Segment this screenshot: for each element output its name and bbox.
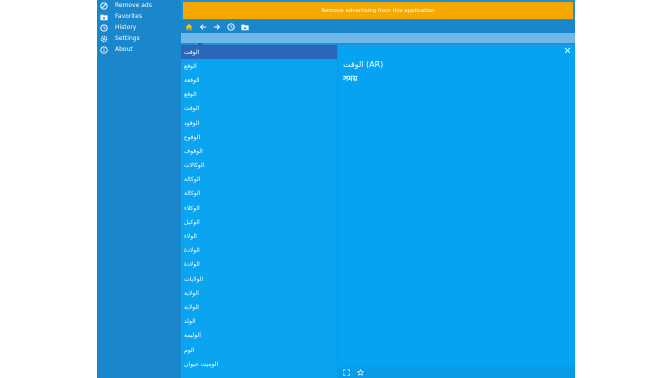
list-item[interactable]: الوقوف [181,144,337,158]
detail-footer [338,367,575,378]
fullscreen-icon [343,369,350,376]
toolbar [181,20,575,33]
list-item[interactable]: الولاية [181,286,337,300]
home-icon [185,23,193,30]
list-item-selected[interactable]: الوقت [181,45,337,60]
list-item[interactable]: الوقع [181,88,337,102]
list-item[interactable]: الوميت حيوان [181,357,337,371]
info-icon [100,45,108,54]
list-item[interactable]: الوقت [181,102,337,116]
list-item[interactable]: الوم [181,343,337,357]
folder-star-icon [241,24,249,30]
sidebar-item-remove-ads[interactable]: Remove ads [97,0,181,11]
list-item[interactable]: الوكيل [181,215,337,229]
list-item[interactable]: الوكالة [181,173,337,187]
app-window: Remove ads Favorites History Settings Ab… [97,0,575,378]
block-icon [100,1,108,10]
home-button[interactable] [184,22,194,32]
history-icon [227,22,235,31]
fullscreen-button[interactable] [342,368,351,377]
sidebar-item-label: History [115,24,137,31]
list-item[interactable]: الوقع [181,59,337,73]
sidebar-item-label: About [115,46,133,53]
star-icon [357,369,364,376]
favorites-button[interactable] [240,22,250,32]
sidebar-item-label: Favorites [115,13,143,20]
close-icon [564,47,571,54]
list-item[interactable]: الولادة [181,244,337,258]
list-item[interactable]: الوكالة [181,187,337,201]
sidebar-item-history[interactable]: History [97,22,181,33]
ad-banner-text: Remove advertising from this application [321,7,435,14]
search-bar [181,33,575,52]
list-item[interactable]: الولد [181,315,337,329]
list-item[interactable]: الولادة [181,258,337,272]
detail-pane: الوقت (AR) সময় [338,45,575,378]
arrow-right-icon [213,23,221,30]
arrow-left-icon [199,23,207,30]
sidebar-item-label: Remove ads [115,2,152,9]
sidebar: Remove ads Favorites History Settings Ab… [97,0,181,378]
list-item[interactable]: الوكالات [181,159,337,173]
sidebar-item-settings[interactable]: Settings [97,33,181,44]
history-icon [100,23,108,32]
close-button[interactable] [563,46,572,55]
ad-banner[interactable]: Remove advertising from this application [183,2,573,19]
detail-translation: সময় [343,74,358,83]
history-button[interactable] [226,22,236,32]
forward-button[interactable] [212,22,222,32]
list-item[interactable]: الوقعة [181,73,337,87]
favorite-button[interactable] [356,368,365,377]
list-item[interactable]: الولاء [181,229,337,243]
list-item[interactable]: الوقوع [181,130,337,144]
list-item[interactable]: الولاية [181,300,337,314]
sidebar-item-about[interactable]: About [97,44,181,55]
back-button[interactable] [198,22,208,32]
word-list: الوقت الوقع الوقعة الوقع الوقت الوقود ال… [181,45,337,378]
gear-icon [100,35,108,43]
list-item[interactable]: الوليمة [181,329,337,343]
detail-word: الوقت (AR) [343,60,384,69]
folder-star-icon [100,13,108,21]
list-item[interactable]: الوقود [181,116,337,130]
sidebar-nav: Remove ads Favorites History Settings Ab… [97,0,181,55]
sidebar-item-label: Settings [115,35,140,42]
list-item[interactable]: الولايات [181,272,337,286]
sidebar-item-favorites[interactable]: Favorites [97,11,181,22]
list-item[interactable]: الوكلاء [181,201,337,215]
detail-header [338,45,575,56]
